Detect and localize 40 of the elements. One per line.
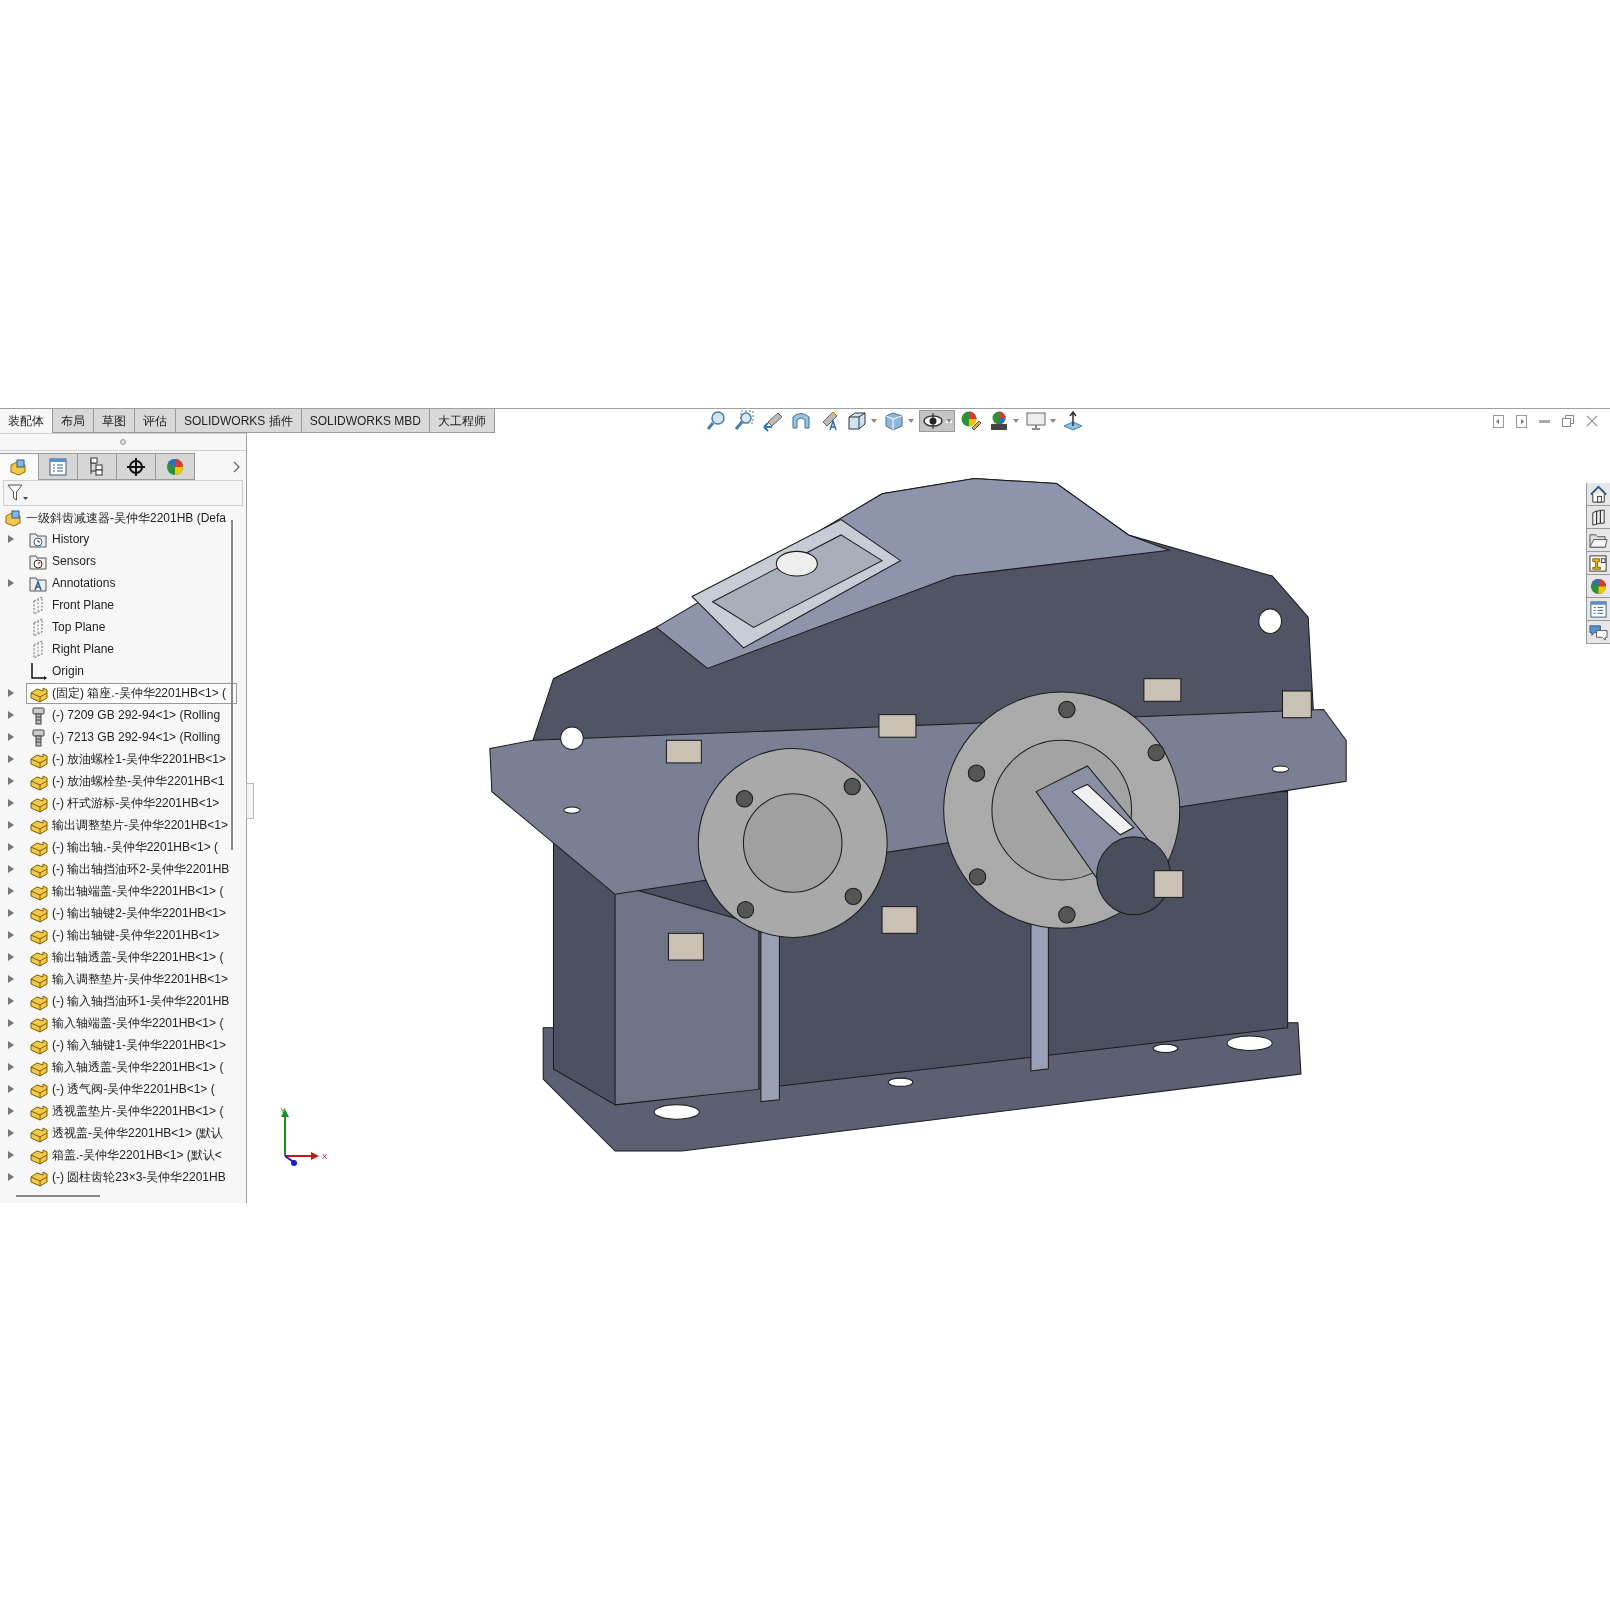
ribbon-tab[interactable]: SOLIDWORKS 插件 xyxy=(176,409,302,433)
tree-item[interactable]: (-) 杆式游标-吴仲华2201HB<1> xyxy=(26,792,220,814)
tree-item[interactable]: (-) 输出轴.-吴仲华2201HB<1> ( xyxy=(26,836,219,858)
tree-item[interactable]: (-) 输入轴挡油环1-吴仲华2201HB xyxy=(26,990,230,1012)
tree-item[interactable]: 透视盖垫片-吴仲华2201HB<1> ( xyxy=(26,1100,224,1122)
tree-item[interactable]: (-) 输出轴键2-吴仲华2201HB<1> xyxy=(26,902,227,924)
tree-item[interactable]: (固定) 箱座.-吴仲华2201HB<1> ( xyxy=(26,682,238,704)
tree-item[interactable]: (-) 7209 GB 292-94<1> (Rolling xyxy=(26,704,221,726)
tree-item[interactable]: (-) 圆柱齿轮23×3-吴仲华2201HB xyxy=(26,1166,226,1188)
ribbon-tab[interactable]: 草图 xyxy=(94,409,135,433)
axis-label: Y xyxy=(280,1106,286,1115)
tree-item[interactable]: Top Plane xyxy=(26,616,106,638)
axis-label: X xyxy=(322,1152,328,1161)
tree-item[interactable]: Annotations xyxy=(26,572,116,594)
tree-item[interactable]: 箱盖.-吴仲华2201HB<1> (默认< xyxy=(26,1144,222,1166)
tree-item[interactable]: 输出轴端盖-吴仲华2201HB<1> ( xyxy=(26,880,224,902)
tree-item[interactable]: Sensors xyxy=(26,550,97,572)
tree-item[interactable]: 输入轴端盖-吴仲华2201HB<1> ( xyxy=(26,1012,224,1034)
tree-item[interactable]: (-) 输出轴挡油环2-吴仲华2201HB xyxy=(26,858,230,880)
tree-item[interactable]: 输入轴透盖-吴仲华2201HB<1> ( xyxy=(26,1056,224,1078)
tree-item[interactable]: (-) 7213 GB 292-94<1> (Rolling xyxy=(26,726,221,748)
tree-item[interactable]: Origin xyxy=(26,660,84,682)
ribbon-tab[interactable]: 布局 xyxy=(53,409,94,433)
tree-item[interactable]: 输出调整垫片-吴仲华2201HB<1> xyxy=(26,814,229,836)
ribbon-tab[interactable]: 装配体 xyxy=(0,409,53,433)
tree-item[interactable]: Right Plane xyxy=(26,638,115,660)
ribbon-tab[interactable]: SOLIDWORKS MBD xyxy=(301,409,431,433)
tree-item[interactable]: (-) 放油螺栓垫-吴仲华2201HB<1 xyxy=(26,770,225,792)
tree-item[interactable]: 一级斜齿减速器-吴仲华2201HB (Defa xyxy=(26,508,227,527)
tree-item[interactable]: 透视盖-吴仲华2201HB<1> (默认 xyxy=(26,1122,224,1144)
ribbon-tab[interactable]: 大工程师 xyxy=(430,409,496,433)
tree-item[interactable]: (-) 输入轴键1-吴仲华2201HB<1> xyxy=(26,1034,227,1056)
tree-item[interactable]: 输出轴透盖-吴仲华2201HB<1> ( xyxy=(26,946,224,968)
tree-item[interactable]: History xyxy=(26,528,90,550)
tree-item[interactable]: Front Plane xyxy=(26,594,115,616)
tree-item[interactable]: (-) 透气阀-吴仲华2201HB<1> ( xyxy=(26,1078,215,1100)
tree-item[interactable]: (-) 放油螺栓1-吴仲华2201HB<1> xyxy=(26,748,227,770)
tree-item[interactable]: (-) 输出轴键-吴仲华2201HB<1> xyxy=(26,924,220,946)
tree-item[interactable]: 输入调整垫片-吴仲华2201HB<1> xyxy=(26,968,229,990)
ribbon-tab[interactable]: 评估 xyxy=(135,409,176,433)
